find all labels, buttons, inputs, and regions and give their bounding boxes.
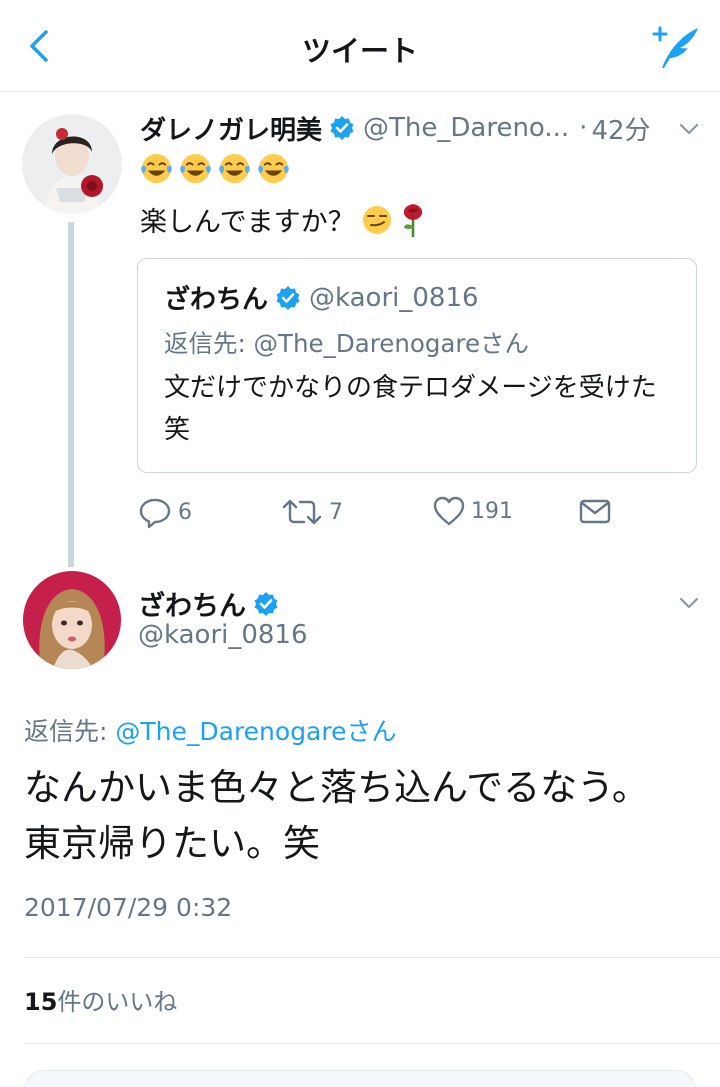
tweet-text: 楽しんでますか？	[140, 200, 427, 239]
avatar[interactable]	[22, 114, 122, 214]
likes-summary[interactable]: 15件のいいね	[24, 982, 177, 1017]
likes-label: 件のいいね	[57, 988, 178, 1016]
nav-bar: ツイート	[0, 0, 720, 92]
envelope-icon	[579, 499, 611, 524]
thread-connector-line	[68, 222, 74, 567]
tweet-actions: 6 7 191	[137, 494, 697, 534]
quote-user-handle: @kaori_0816	[309, 282, 479, 313]
display-name[interactable]: ダレノガレ明美	[140, 110, 322, 147]
reply-button[interactable]: 6	[137, 494, 192, 530]
verified-badge-icon	[276, 285, 300, 310]
avatar[interactable]	[23, 571, 121, 669]
verified-badge-icon	[254, 591, 278, 616]
separator-dot: ·	[579, 113, 588, 143]
retweet-icon	[282, 499, 322, 525]
rose-icon	[403, 203, 422, 237]
emoji-row	[140, 152, 290, 192]
compose-tweet-button[interactable]	[646, 22, 702, 72]
reply-to-suffix[interactable]: さん	[347, 717, 397, 746]
chevron-down-icon[interactable]	[676, 116, 702, 142]
likes-count: 15	[24, 988, 58, 1016]
quote-header: ざわちん @kaori_0816	[164, 279, 479, 316]
direct-message-button[interactable]	[577, 494, 618, 528]
verified-badge-icon	[330, 116, 354, 140]
retweet-button[interactable]: 7	[280, 494, 343, 530]
reply-to-handle-link[interactable]: @The_Darenogare	[115, 717, 346, 746]
quote-display-name: ざわちん	[164, 285, 269, 315]
reply-to-line: 返信先: @The_Darenogareさん	[24, 712, 397, 748]
retweet-count: 7	[329, 499, 343, 525]
tweet-header: ダレノガレ明美 @The_Dareno... · 42分	[140, 110, 651, 146]
quote-text: 文だけでかなりの食テロダメージを受けた笑	[164, 373, 657, 445]
chevron-down-icon[interactable]	[676, 590, 702, 616]
reply-compose-field[interactable]	[24, 1070, 696, 1087]
page-title: ツイート	[301, 34, 418, 68]
face-with-tears-of-joy-icon	[180, 153, 211, 184]
quoted-tweet-card[interactable]: ざわちん @kaori_0816 返信先: @The_Darenogareさん …	[137, 258, 697, 473]
quote-reply-to: 返信先: @The_Darenogareさん	[164, 329, 530, 358]
main-tweet-header: ざわちん	[138, 584, 287, 623]
compose-feather-icon	[652, 26, 698, 68]
heart-icon	[433, 496, 465, 526]
user-handle[interactable]: @The_Dareno...	[363, 113, 569, 143]
reply-count: 6	[178, 499, 192, 525]
divider	[24, 1043, 720, 1044]
tweet-timestamp: 2017/07/29 0:32	[24, 893, 233, 922]
tweet-text-body: 楽しんでますか？	[140, 207, 355, 238]
display-name[interactable]: ざわちん	[138, 584, 246, 623]
smirking-face-icon	[362, 205, 391, 234]
face-with-tears-of-joy-icon	[258, 153, 289, 184]
tweet-time: 42分	[591, 115, 651, 146]
main-tweet-text: なんかいま色々と落ち込んでるなう。東京帰りたい。笑	[24, 766, 649, 865]
divider	[24, 957, 720, 958]
user-handle[interactable]: @kaori_0816	[138, 620, 308, 650]
reply-to-prefix: 返信先:	[24, 717, 116, 746]
face-with-tears-of-joy-icon	[141, 153, 172, 184]
like-button[interactable]: 191	[432, 494, 513, 528]
like-count: 191	[471, 498, 513, 524]
face-with-tears-of-joy-icon	[219, 153, 250, 184]
reply-icon	[139, 498, 171, 529]
